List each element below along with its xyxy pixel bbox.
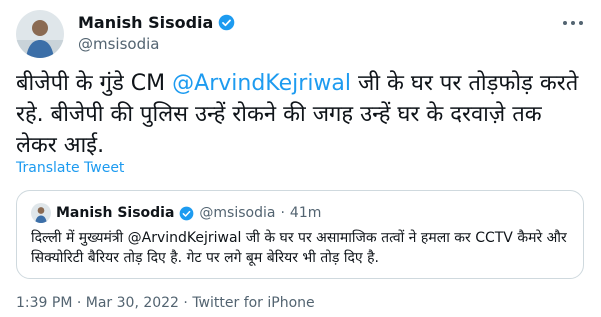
quoted-author-handle: @msisodia xyxy=(199,205,276,221)
quoted-tweet-card[interactable]: Manish Sisodia @msisodia · 41m दिल्ली मे… xyxy=(16,190,584,279)
quoted-separator: · xyxy=(280,205,285,221)
verified-badge-icon xyxy=(219,14,235,31)
profile-photo-icon xyxy=(16,10,64,58)
more-options-icon[interactable] xyxy=(561,16,585,30)
quoted-time: 41m xyxy=(289,205,322,221)
author-avatar[interactable] xyxy=(16,10,64,58)
profile-photo-icon xyxy=(31,203,51,223)
translate-tweet-link[interactable]: Translate Tweet xyxy=(16,160,124,176)
tweet-mention-link[interactable]: @ArvindKejriwal xyxy=(172,71,351,96)
tweet-text-before: बीजेपी के गुंडे CM xyxy=(16,71,173,96)
quoted-author-name: Manish Sisodia xyxy=(56,205,175,221)
verified-badge-icon xyxy=(180,206,194,220)
author-name[interactable]: Manish Sisodia xyxy=(78,13,213,32)
author-handle[interactable]: @msisodia xyxy=(78,35,159,53)
tweet-text: बीजेपी के गुंडे CM @ArvindKejriwal जी के… xyxy=(16,68,588,161)
quoted-tweet-header: Manish Sisodia @msisodia · 41m xyxy=(31,203,321,223)
quoted-author-avatar xyxy=(31,203,51,223)
quoted-tweet-text: दिल्ली में मुख्यमंत्री @ArvindKejriwal ज… xyxy=(31,230,567,266)
tweet-timestamp[interactable]: 1:39 PM · Mar 30, 2022 · Twitter for iPh… xyxy=(16,295,315,311)
author-name-row: Manish Sisodia xyxy=(78,13,235,32)
